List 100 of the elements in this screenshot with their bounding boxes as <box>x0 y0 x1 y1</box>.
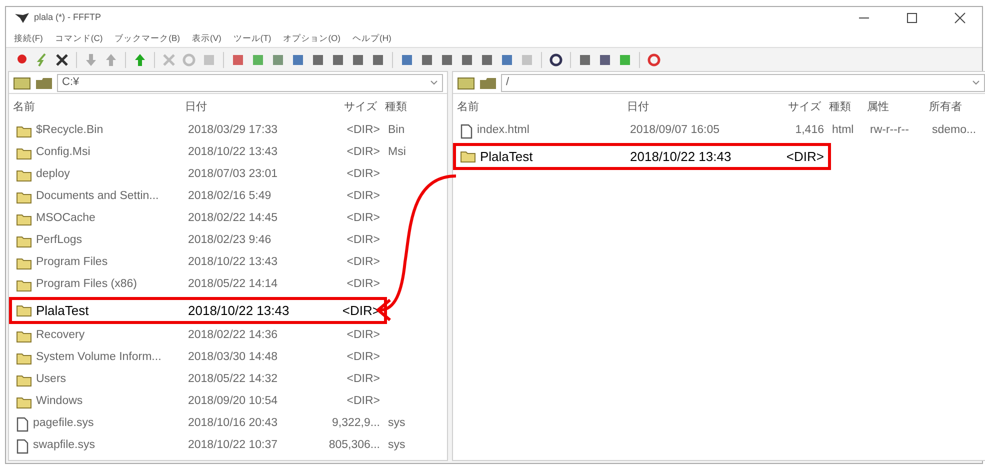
file-name-text: System Volume Inform... <box>36 350 162 366</box>
file-row[interactable]: Config.Msi 2018/10/22 13:43 <DIR> Msi <box>9 142 447 164</box>
table-cell-text: sdemo... <box>931 123 978 138</box>
file-name-text: Program Files <box>36 255 108 270</box>
cross-icon[interactable] <box>54 52 70 68</box>
table-cell-text: 2018/02/22 14:45 <box>187 211 279 226</box>
table-cell-text: <DIR> <box>346 394 381 410</box>
close-icon[interactable] <box>954 12 966 24</box>
column-header[interactable]: 日付 <box>181 98 306 116</box>
open-folder-icon[interactable] <box>35 76 53 90</box>
column-header[interactable]: サイズ <box>306 98 381 116</box>
table-cell-text: sys <box>387 416 406 432</box>
file-name-text: Recovery <box>36 328 85 344</box>
file-name-text: Users <box>36 372 66 388</box>
file-row[interactable]: $Recycle.Bin 2018/03/29 17:33 <DIR> Bin <box>9 120 447 142</box>
table-cell-text: Bin <box>387 123 406 138</box>
file-row[interactable]: deploy 2018/07/03 23:01 <DIR> <box>9 164 447 186</box>
table-cell-text: 805,306... <box>328 438 381 454</box>
file-name-text: PerfLogs <box>36 233 82 248</box>
file-name-text: index.html <box>477 123 530 138</box>
file-name-text: MSOCache <box>36 211 96 226</box>
table-cell-text: 2018/09/07 16:05 <box>629 123 721 138</box>
column-header[interactable]: 所有者 <box>925 98 983 116</box>
file-name-text: deploy <box>36 167 70 182</box>
maximize-icon[interactable] <box>906 12 918 24</box>
table-cell-text: 2018/10/22 10:37 <box>187 438 279 454</box>
table-cell-text: 2018/03/30 14:48 <box>187 350 279 366</box>
table-cell-text: <DIR> <box>346 211 381 226</box>
table-cell-text: <DIR> <box>346 277 381 292</box>
highlighted-row[interactable]: PlalaTest 2018/10/22 13:43 <DIR> <box>9 297 387 324</box>
menu-item[interactable]: ツール(T) <box>233 32 272 44</box>
table-cell-text: <DIR> <box>346 255 381 270</box>
table-cell-text: 2018/09/20 10:54 <box>187 394 279 410</box>
table-cell-text: <DIR> <box>341 302 381 320</box>
file-row[interactable]: Windows 2018/09/20 10:54 <DIR> <box>9 391 447 413</box>
menu-item[interactable]: ヘルプ(H) <box>352 32 392 44</box>
file-row[interactable]: Users 2018/05/22 14:32 <DIR> <box>9 369 447 391</box>
table-cell-text: rw-r--r-- <box>869 123 910 138</box>
file-name-text: Config.Msi <box>36 145 90 160</box>
file-row[interactable]: System Volume Inform... 2018/03/30 14:48 <DIR> <box>9 347 447 369</box>
column-header[interactable]: サイズ <box>763 98 825 116</box>
table-cell-text: 2018/10/22 13:43 <box>187 255 279 270</box>
table-cell-text: 2018/05/22 14:32 <box>187 372 279 388</box>
column-header[interactable]: 名前 <box>9 98 181 116</box>
file-name-text: Documents and Settin... <box>36 189 159 204</box>
column-header[interactable]: 名前 <box>453 98 623 116</box>
table-cell-text: 9,322,9... <box>331 416 381 432</box>
table-cell-text: 1,416 <box>794 123 825 138</box>
file-name-text: pagefile.sys <box>33 416 94 432</box>
menu-item[interactable]: コマンド(C) <box>54 32 103 44</box>
column-header[interactable]: 属性 <box>863 98 925 116</box>
table-cell-text: 2018/10/22 13:43 <box>187 145 279 160</box>
table-cell-text: <DIR> <box>346 145 381 160</box>
path-field[interactable]: / <box>501 74 985 92</box>
table-cell-text: Msi <box>387 145 407 160</box>
file-name-text: $Recycle.Bin <box>36 123 104 138</box>
dropdown-caret-icon[interactable] <box>972 80 980 86</box>
table-cell-text: html <box>831 123 855 138</box>
table-cell-text: 2018/10/16 20:43 <box>187 416 279 432</box>
file-icon <box>16 438 29 454</box>
table-cell-text: <DIR> <box>346 167 381 182</box>
open-folder-icon[interactable] <box>479 76 497 90</box>
file-icon <box>16 416 29 432</box>
file-name-text: PlalaTest <box>480 148 533 166</box>
file-row[interactable]: swapfile.sys 2018/10/22 10:37 805,306... sys <box>9 435 447 457</box>
table-cell-text: <DIR> <box>346 328 381 344</box>
path-field[interactable]: C:¥ <box>57 74 443 92</box>
table-cell-text: sys <box>387 438 406 454</box>
file-row[interactable]: pagefile.sys 2018/10/16 20:43 9,322,9... sys <box>9 413 447 435</box>
table-cell-text: 2018/05/22 14:14 <box>187 277 279 292</box>
table-cell-text: 2018/07/03 23:01 <box>187 167 279 182</box>
table-cell-text: 2018/02/16 5:49 <box>187 189 272 204</box>
file-row[interactable]: PerfLogs 2018/02/23 9:46 <DIR> <box>9 230 447 252</box>
file-name-text: Windows <box>36 394 83 410</box>
table-cell-text: 2018/02/23 9:46 <box>187 233 272 248</box>
dropdown-caret-icon[interactable] <box>430 80 438 86</box>
window-title: plala (*) - FFFTP <box>34 11 102 24</box>
file-row[interactable]: Documents and Settin... 2018/02/16 5:49 <DIR> <box>9 186 447 208</box>
file-row[interactable]: Recovery 2018/02/22 14:36 <DIR> <box>9 325 447 347</box>
table-cell-text: <DIR> <box>346 372 381 388</box>
table-cell-text: 2018/02/22 14:36 <box>187 328 279 344</box>
menu-item[interactable]: オプション(O) <box>283 32 340 44</box>
menu-item[interactable]: 表示(V) <box>192 32 222 44</box>
file-name-text: Program Files (x86) <box>36 277 137 292</box>
file-row[interactable]: Program Files (x86) 2018/05/22 14:14 <DIR> <box>9 274 447 296</box>
menu-item[interactable]: 接続(F) <box>14 32 43 44</box>
file-name-text: PlalaTest <box>36 302 89 320</box>
file-row[interactable]: index.html 2018/09/07 16:05 1,416 html rw-r--r-- sdemo... <box>453 120 985 142</box>
file-row[interactable]: Program Files 2018/10/22 13:43 <DIR> <box>9 252 447 274</box>
column-header[interactable]: 種類 <box>381 98 441 116</box>
column-header[interactable]: 種類 <box>825 98 863 116</box>
highlighted-row[interactable]: PlalaTest 2018/10/22 13:43 <DIR> <box>453 143 831 170</box>
table-cell-text: 2018/10/22 13:43 <box>629 148 732 166</box>
menu-item[interactable]: ブックマーク(B) <box>114 32 180 44</box>
table-cell-text: <DIR> <box>346 189 381 204</box>
table-cell-text: 2018/03/29 17:33 <box>187 123 279 138</box>
column-header[interactable]: 日付 <box>623 98 763 116</box>
table-cell-text: <DIR> <box>346 233 381 248</box>
file-row[interactable]: MSOCache 2018/02/22 14:45 <DIR> <box>9 208 447 230</box>
table-cell-text: <DIR> <box>346 350 381 366</box>
